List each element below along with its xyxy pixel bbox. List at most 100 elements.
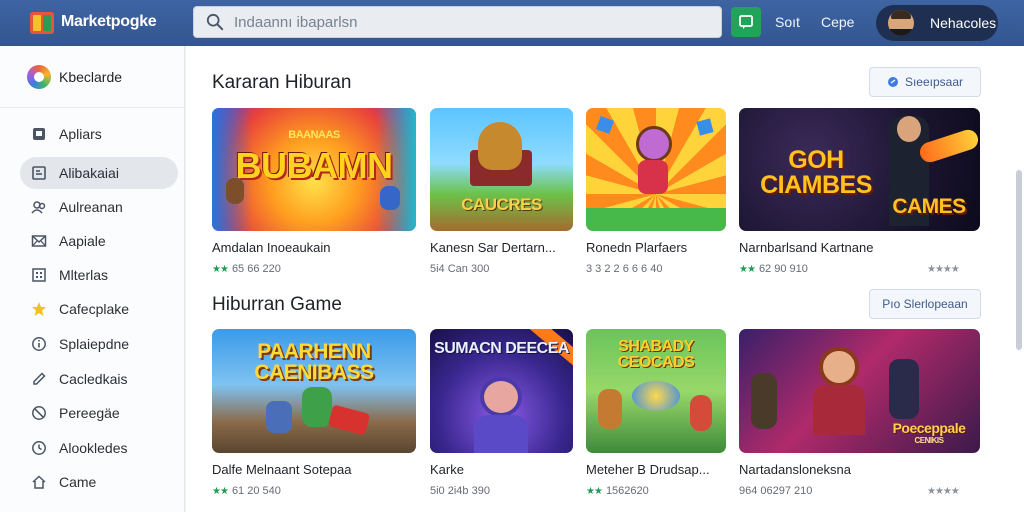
- rating-stars-icon: ★★: [586, 485, 603, 497]
- sidebar-item-label: Alookledes: [59, 440, 128, 456]
- sidebar-item-aulreanan[interactable]: Aulreanan: [20, 191, 178, 223]
- game-title: Amdalan Inoeaukain: [212, 240, 331, 255]
- thumbnail-subtitle: BAANAAS: [288, 129, 340, 141]
- sidebar-item-label: Cacledkais: [59, 371, 128, 387]
- clock-icon: [32, 441, 46, 455]
- store-icon: [28, 8, 56, 36]
- main-content: Kararan Hiburan Sıeeıpsaar BAANAAS BUBAM…: [186, 46, 1024, 512]
- sidebar-item-cafecplake[interactable]: Cafecplake: [20, 293, 178, 325]
- tag-icon: [33, 128, 45, 140]
- see-all-label: Sıeeıpsaar: [904, 75, 964, 89]
- avatar: [888, 10, 914, 36]
- see-all-label: Pıo Slerlopeaan: [882, 297, 968, 311]
- game-thumbnail[interactable]: [586, 108, 726, 231]
- game-card[interactable]: PAARHENN CAENIBASS Dalfe Melnaant Sotepa…: [212, 329, 416, 497]
- sidebar-item-apliars[interactable]: Apliars: [20, 118, 178, 150]
- section-title: Kararan Hiburan: [212, 72, 352, 93]
- rating-stars-grey-icon: ★★★★: [927, 263, 960, 275]
- game-thumbnail[interactable]: Poeceppale CENIKIS: [739, 329, 980, 453]
- see-all-button[interactable]: Pıo Slerlopeaan: [869, 289, 981, 319]
- game-card[interactable]: SHABADY CEOCADS Meteher B Drudsap... ★★ …: [586, 329, 726, 497]
- sidebar-item-label: Aulreanan: [59, 199, 123, 215]
- sidebar-title: Kbeclarde: [59, 68, 123, 85]
- info-icon: [32, 337, 46, 351]
- top-link-cart[interactable]: Cepe: [821, 14, 854, 30]
- game-meta-text: 3 3 2 2 6 6 6 40: [586, 263, 663, 275]
- sidebar-item-mlterlas[interactable]: Mlterlas: [20, 259, 178, 291]
- game-thumbnail[interactable]: CAUCRES: [430, 108, 573, 231]
- thumbnail-subtitle: CAMES: [892, 195, 966, 218]
- game-meta-text: 1562620: [605, 485, 649, 497]
- sidebar-header[interactable]: Kbeclarde: [0, 46, 184, 108]
- game-meta-text: 65 66 220: [231, 263, 281, 275]
- brand-logo-icon: [27, 64, 51, 89]
- game-thumbnail[interactable]: PAARHENN CAENIBASS: [212, 329, 416, 453]
- game-thumbnail[interactable]: GOH CIAMBES CAMES: [739, 108, 980, 231]
- game-card[interactable]: GOH CIAMBES CAMES Narnbarlsand Kartnane …: [739, 108, 980, 275]
- search-bar[interactable]: [193, 6, 722, 38]
- app-logo[interactable]: Marketpogke: [28, 8, 157, 36]
- game-meta-text: 964 06297 210: [739, 485, 813, 497]
- game-title: Kanesn Sar Dertarn...: [430, 240, 556, 255]
- game-thumbnail[interactable]: SUMACN DEECEA: [430, 329, 573, 453]
- thumbnail-title: SHABADY CEOCADS: [617, 338, 695, 371]
- game-card[interactable]: SUMACN DEECEA Karke 5i0 2i4b 390: [430, 329, 573, 497]
- game-card[interactable]: Poeceppale CENIKIS Nartadansloneksna 964…: [739, 329, 980, 497]
- game-meta-text: 61 20 540: [231, 485, 281, 497]
- sidebar-item-splaiepdne[interactable]: Splaiepdne: [20, 328, 178, 360]
- profile-button[interactable]: Nehacoles: [876, 5, 998, 41]
- game-title: Dalfe Melnaant Sotepaa: [212, 462, 352, 477]
- game-meta-text: 5i0 2i4b 390: [430, 485, 490, 497]
- rating-stars-icon: ★★: [739, 263, 756, 275]
- sidebar-item-came[interactable]: Came: [20, 466, 178, 498]
- sidebar-item-alookledes[interactable]: Alookledes: [20, 432, 178, 464]
- sidebar-item-label: Mlterlas: [59, 267, 109, 283]
- game-meta: ★★ 1562620: [586, 485, 726, 497]
- game-meta: ★★ 61 20 540: [212, 485, 416, 497]
- rating-stars-icon: ★★: [212, 263, 229, 275]
- game-card[interactable]: BAANAAS BUBAMN Amdalan Inoeaukain ★★ 65 …: [212, 108, 416, 275]
- sidebar-item-alibakaiai[interactable]: Alibakaiai: [20, 157, 178, 189]
- sidebar-item-label: Cafecplake: [59, 301, 130, 317]
- game-meta: ★★ 65 66 220: [212, 263, 416, 275]
- sidebar-item-label: Alibakaiai: [59, 165, 119, 181]
- profile-name: Nehacoles: [930, 15, 997, 31]
- list-icon: [32, 166, 46, 180]
- thumbnail-title: SUMACN DEECEA: [434, 340, 569, 357]
- sidebar-item-cacledkais[interactable]: Cacledkais: [20, 363, 178, 395]
- sidebar-item-label: Pereegäe: [59, 405, 120, 421]
- pencil-icon: [33, 372, 46, 385]
- game-title: Karke: [430, 462, 464, 477]
- scrollbar[interactable]: [1016, 170, 1022, 350]
- sidebar-item-pereegae[interactable]: Pereegäe: [20, 397, 178, 429]
- game-meta: 5i0 2i4b 390: [430, 485, 573, 497]
- game-meta: 3 3 2 2 6 6 6 40: [586, 263, 726, 275]
- message-button[interactable]: [731, 7, 761, 37]
- game-thumbnail[interactable]: BAANAAS BUBAMN: [212, 108, 416, 231]
- game-thumbnail[interactable]: SHABADY CEOCADS: [586, 329, 726, 453]
- search-icon: [206, 13, 224, 31]
- search-input[interactable]: [234, 13, 694, 31]
- chat-icon: [739, 15, 753, 29]
- game-meta-text: 62 90 910: [758, 263, 808, 275]
- rating-stars-grey-icon: ★★★★: [927, 485, 960, 497]
- no-icon: [32, 406, 46, 420]
- game-card[interactable]: CAUCRES Kanesn Sar Dertarn... 5i4 Can 30…: [430, 108, 573, 275]
- thumbnail-title: GOH CIAMBES: [760, 146, 872, 199]
- rating-stars-icon: ★★: [212, 485, 229, 497]
- thumbnail-title: CAUCRES: [461, 195, 542, 214]
- game-title: Narnbarlsand Kartnane: [739, 240, 874, 255]
- sidebar-item-label: Apliars: [59, 126, 102, 142]
- thumbnail-title: Poeceppale: [892, 420, 966, 436]
- game-card[interactable]: Ronedn Plarfaers 3 3 2 2 6 6 6 40: [586, 108, 726, 275]
- sidebar-item-label: Splaiepdne: [59, 336, 130, 352]
- see-all-button[interactable]: Sıeeıpsaar: [869, 67, 981, 97]
- link-icon: [887, 77, 898, 87]
- people-icon: [31, 201, 46, 214]
- sidebar-item-aapiale[interactable]: Aapiale: [20, 225, 178, 257]
- top-bar: Marketpogke Soıt Cepe Nehacoles: [0, 0, 1024, 46]
- game-meta-text: 5i4 Can 300: [430, 263, 490, 275]
- top-link-sort[interactable]: Soıt: [775, 14, 800, 30]
- app-name: Marketpogke: [61, 13, 157, 30]
- game-meta: 5i4 Can 300: [430, 263, 573, 275]
